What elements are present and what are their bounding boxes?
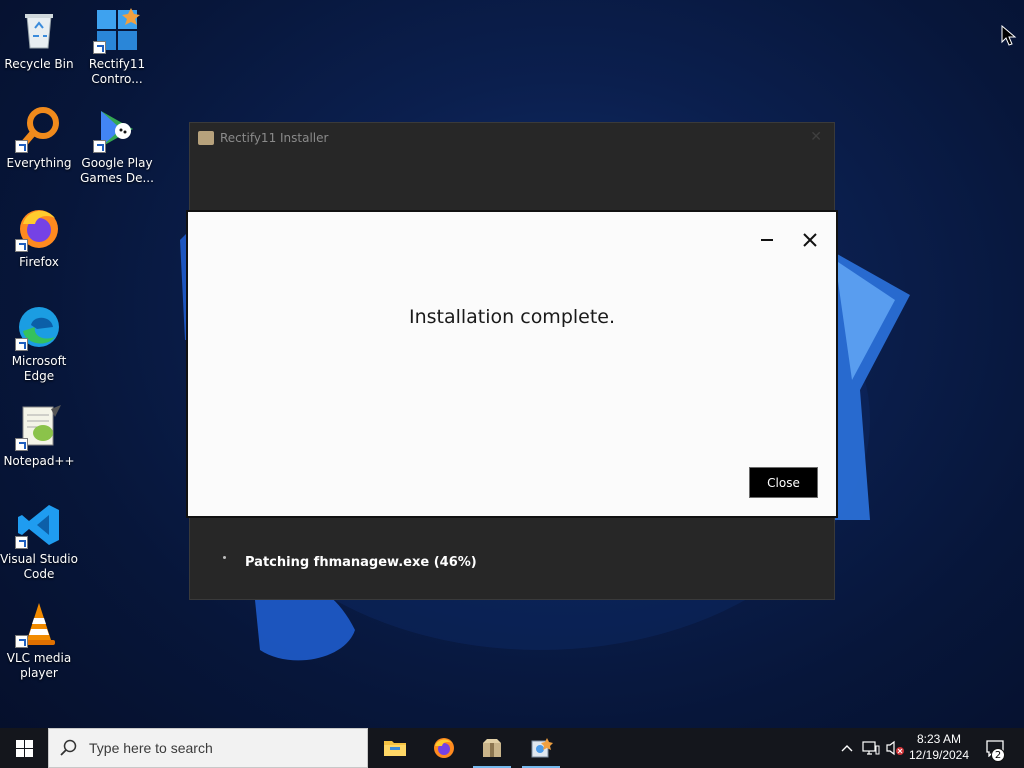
windows-logo-icon <box>15 739 33 757</box>
taskbar-firefox[interactable] <box>421 728 467 768</box>
taskbar-clock[interactable]: 8:23 AM 12/19/2024 <box>904 731 974 763</box>
recycle-bin-icon <box>15 6 63 54</box>
control-center-icon <box>531 738 553 758</box>
installer-titlebar[interactable]: Rectify11 Installer ✕ <box>190 123 834 153</box>
firefox-icon <box>434 738 454 758</box>
shortcut-arrow-icon <box>15 140 28 153</box>
desktop-icon-label: Notepad++ <box>3 454 75 468</box>
desktop-icon-microsoft-edge[interactable]: Microsoft Edge <box>0 303 78 384</box>
desktop-icon-google-play-games[interactable]: Google Play Games De... <box>78 105 156 186</box>
desktop-icon-label: VLC media player <box>6 651 72 680</box>
desktop-icon-label: Everything <box>6 156 72 170</box>
shortcut-arrow-icon <box>15 635 28 648</box>
show-hidden-icons-chevron-icon[interactable] <box>838 728 856 768</box>
shortcut-arrow-icon <box>15 438 28 451</box>
taskbar-search-box[interactable]: Type here to search <box>48 728 368 768</box>
start-button[interactable] <box>0 728 48 768</box>
shortcut-arrow-icon <box>15 338 28 351</box>
everything-search-icon <box>15 105 63 153</box>
desktop-icon-rectify11-control[interactable]: Rectify11 Contro... <box>78 6 156 87</box>
google-play-games-icon <box>93 105 141 153</box>
loading-spinner-icon <box>223 556 226 559</box>
desktop-icon-vlc[interactable]: VLC media player <box>0 600 78 681</box>
notification-count-badge: 2 <box>991 748 1005 762</box>
firefox-icon <box>15 204 63 252</box>
visual-studio-code-icon <box>15 501 63 549</box>
desktop-icon-label: Firefox <box>19 255 59 269</box>
volume-muted-icon[interactable] <box>884 728 906 768</box>
close-button[interactable]: Close <box>749 467 818 498</box>
completion-message: Installation complete. <box>408 306 616 328</box>
desktop-icon-notepad-plus-plus[interactable]: Notepad++ <box>0 403 78 469</box>
shortcut-arrow-icon <box>93 140 106 153</box>
notepad-plus-plus-icon <box>15 403 63 451</box>
microsoft-edge-icon <box>15 303 63 351</box>
installer-close-icon[interactable]: ✕ <box>810 129 822 145</box>
file-explorer-icon <box>384 741 406 756</box>
desktop-icon-label: Visual Studio Code <box>0 552 78 581</box>
desktop-icon-recycle-bin[interactable]: Recycle Bin <box>0 6 78 72</box>
clock-time: 8:23 AM <box>916 732 962 746</box>
close-icon[interactable] <box>798 228 822 252</box>
rectify11-control-icon <box>93 6 141 54</box>
installation-complete-dialog: Installation complete. Close <box>186 210 838 518</box>
installer-app-icon <box>198 131 214 145</box>
taskbar-control-center[interactable] <box>518 728 564 768</box>
taskbar-file-explorer[interactable] <box>372 728 418 768</box>
desktop-icon-label: Microsoft Edge <box>11 354 67 383</box>
installer-status-row: Patching fhmanagew.exe (46%) <box>190 548 834 578</box>
installer-title: Rectify11 Installer <box>220 131 329 145</box>
shortcut-arrow-icon <box>15 239 28 252</box>
desktop-icon-firefox[interactable]: Firefox <box>0 204 78 270</box>
network-icon[interactable] <box>860 728 882 768</box>
search-placeholder: Type here to search <box>89 740 213 756</box>
shortcut-arrow-icon <box>15 536 28 549</box>
installer-icon <box>483 739 501 757</box>
vlc-cone-icon <box>15 600 63 648</box>
desktop-icon-visual-studio-code[interactable]: Visual Studio Code <box>0 501 78 582</box>
desktop-icon-label: Google Play Games De... <box>80 156 154 185</box>
search-icon <box>49 739 89 757</box>
taskbar-installer[interactable] <box>469 728 515 768</box>
installer-status-text: Patching fhmanagew.exe (46%) <box>245 555 477 570</box>
shortcut-arrow-icon <box>93 41 106 54</box>
desktop-icon-everything[interactable]: Everything <box>0 105 78 171</box>
desktop-icon-label: Recycle Bin <box>4 57 74 71</box>
minimize-icon[interactable] <box>756 230 780 250</box>
mouse-cursor-icon <box>1001 24 1017 51</box>
desktop-icon-label: Rectify11 Contro... <box>88 57 146 86</box>
clock-date: 12/19/2024 <box>908 748 970 762</box>
